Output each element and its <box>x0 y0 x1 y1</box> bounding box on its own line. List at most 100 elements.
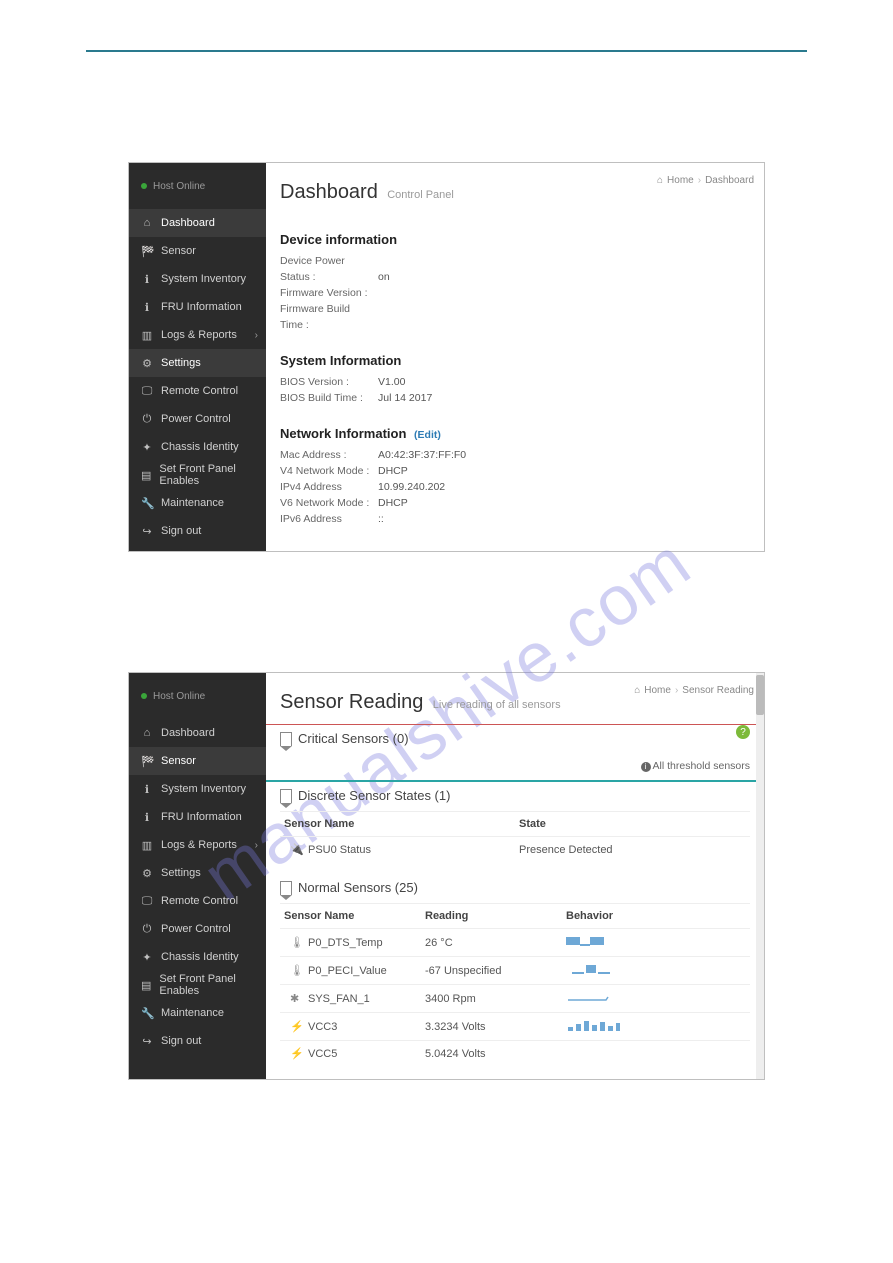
col-state[interactable]: State <box>515 812 750 837</box>
sidebar-item-settings[interactable]: ⚙Settings <box>129 349 266 377</box>
col-sensor-name[interactable]: Sensor Name <box>280 812 515 837</box>
sidebar: Host Online ⌂Dashboard🏁SensorℹSystem Inv… <box>129 163 266 551</box>
info-icon: ℹ <box>141 273 153 286</box>
critical-sensors-heading[interactable]: Critical Sensors (0) <box>280 731 750 746</box>
sidebar-item-fru-information[interactable]: ℹFRU Information <box>129 803 266 831</box>
bookmark-icon <box>280 881 292 895</box>
table-row[interactable]: ⚡VCC55.0424 Volts <box>280 1041 750 1067</box>
breadcrumb: ⌂ Home › Dashboard <box>657 175 754 186</box>
table-row[interactable]: ⚡VCC33.3234 Volts <box>280 1013 750 1041</box>
breadcrumb-home[interactable]: Home <box>644 685 671 696</box>
system-information-heading: System Information <box>280 353 750 368</box>
sidebar-item-label: Remote Control <box>161 895 238 907</box>
sidebar-item-label: Sign out <box>161 525 201 537</box>
breadcrumb: ⌂ Home › Sensor Reading <box>634 685 754 696</box>
sensor-behavior-cell <box>562 957 750 985</box>
sidebar-item-set-front-panel[interactable]: ▤Set Front Panel Enables <box>129 461 266 489</box>
page-subtitle: Control Panel <box>387 189 454 201</box>
sidebar-item-logs-reports[interactable]: ▥Logs & Reports› <box>129 321 266 349</box>
screenshot-dashboard: Host Online ⌂Dashboard🏁SensorℹSystem Inv… <box>128 162 765 552</box>
sidebar-item-maintenance[interactable]: 🔧Maintenance <box>129 999 266 1027</box>
gear-icon: ⚙ <box>141 867 153 880</box>
monitor-icon: 🖵 <box>141 895 153 908</box>
normal-sensors-label: Normal Sensors (25) <box>298 880 418 895</box>
system-info-value: Jul 14 2017 <box>378 392 432 404</box>
wrench-icon: 🔧 <box>141 1007 153 1020</box>
sidebar-item-label: Dashboard <box>161 217 215 229</box>
sensor-name-cell: ✱SYS_FAN_1 <box>280 985 421 1013</box>
gauge-icon: 🏁 <box>141 245 153 258</box>
network-edit-link[interactable]: (Edit) <box>414 429 441 441</box>
sensor-name-cell: ⚡VCC3 <box>280 1013 421 1041</box>
info-icon: ℹ <box>141 301 153 314</box>
id-icon: ✦ <box>141 441 153 454</box>
sidebar-item-system-inventory[interactable]: ℹ System Inventory <box>129 265 266 293</box>
sidebar-item-logs-reports[interactable]: ▥Logs & Reports› <box>129 831 266 859</box>
network-information-heading: Network Information (Edit) <box>280 426 750 441</box>
discrete-sensors-label: Discrete Sensor States (1) <box>298 788 450 803</box>
gauge-icon: 🏁 <box>141 755 153 768</box>
sidebar-item-dashboard[interactable]: ⌂ Dashboard <box>129 209 266 237</box>
sidebar-item-sensor[interactable]: 🏁Sensor <box>129 747 266 775</box>
sidebar-item-remote-control[interactable]: 🖵 Remote Control <box>129 887 266 915</box>
sidebar-item-dashboard[interactable]: ⌂Dashboard <box>129 719 266 747</box>
network-info-label: V4 Network Mode : <box>280 463 374 479</box>
discrete-sensors-heading[interactable]: Discrete Sensor States (1) <box>280 788 750 803</box>
sensor-reading-cell: 26 °C <box>421 929 562 957</box>
help-icon[interactable]: ? <box>736 725 750 739</box>
normal-sensors-heading[interactable]: Normal Sensors (25) <box>280 880 750 895</box>
therm-icon: 🌡 <box>290 936 302 949</box>
home-icon[interactable]: ⌂ <box>657 175 663 186</box>
sensor-reading-cell: 5.0424 Volts <box>421 1041 562 1067</box>
table-row[interactable]: 🔌PSU0 StatusPresence Detected <box>280 837 750 863</box>
system-info-row: BIOS Build Time :Jul 14 2017 <box>280 390 750 406</box>
sidebar-item-sign-out[interactable]: ↪Sign out <box>129 517 266 545</box>
sensor-name-cell: 🌡P0_DTS_Temp <box>280 929 421 957</box>
sidebar-item-remote-control[interactable]: 🖵Remote Control <box>129 377 266 405</box>
network-info-row: IPv6 Address:: <box>280 511 750 527</box>
table-row[interactable]: 🌡P0_PECI_Value-67 Unspecified <box>280 957 750 985</box>
discrete-divider <box>266 780 764 782</box>
device-info-row: Device Power Status :on <box>280 253 750 285</box>
network-info-value: DHCP <box>378 465 408 477</box>
sidebar-item-chassis-identity[interactable]: ✦Chassis Identity <box>129 943 266 971</box>
host-status: Host Online <box>129 673 266 719</box>
sidebar-item-power-control[interactable]: ⏻Power Control <box>129 915 266 943</box>
col-reading[interactable]: Reading <box>421 904 562 929</box>
table-row[interactable]: 🌡P0_DTS_Temp26 °C <box>280 929 750 957</box>
sparkline-icon <box>566 1019 620 1031</box>
device-info-label: Firmware Version : <box>280 285 374 301</box>
sidebar-item-chassis-identity[interactable]: ✦Chassis Identity <box>129 433 266 461</box>
system-info-label: BIOS Version : <box>280 374 374 390</box>
sidebar-item-fru-information[interactable]: ℹFRU Information <box>129 293 266 321</box>
sidebar-item-label: Sensor <box>161 245 196 257</box>
header-divider <box>86 50 807 52</box>
sensor-behavior-cell <box>562 1013 750 1041</box>
table-row[interactable]: ✱SYS_FAN_13400 Rpm <box>280 985 750 1013</box>
sidebar-item-settings[interactable]: ⚙Settings <box>129 859 266 887</box>
network-info-row: V6 Network Mode :DHCP <box>280 495 750 511</box>
sidebar-item-label: System Inventory <box>161 273 246 285</box>
sensor-behavior-cell <box>562 929 750 957</box>
scrollbar-thumb[interactable] <box>756 675 764 715</box>
chevron-right-icon: › <box>255 330 258 341</box>
scrollbar[interactable] <box>756 673 764 1079</box>
sidebar-item-label: FRU Information <box>161 811 242 823</box>
sidebar-item-label: Set Front Panel Enables <box>159 463 254 487</box>
signout-icon: ↪ <box>141 1035 153 1048</box>
sidebar-item-sensor[interactable]: 🏁 Sensor <box>129 237 266 265</box>
all-threshold-note[interactable]: iAll threshold sensors <box>280 760 750 772</box>
sidebar-item-maintenance[interactable]: 🔧Maintenance <box>129 489 266 517</box>
col-behavior[interactable]: Behavior <box>562 904 750 929</box>
col-sensor-name[interactable]: Sensor Name <box>280 904 421 929</box>
chevron-right-icon: › <box>255 840 258 851</box>
status-dot-icon <box>141 693 147 699</box>
sidebar-item-sign-out[interactable]: ↪Sign out <box>129 1027 266 1055</box>
breadcrumb-home[interactable]: Home <box>667 175 694 186</box>
sidebar-item-set-front-panel[interactable]: ▤Set Front Panel Enables <box>129 971 266 999</box>
sidebar-item-label: Dashboard <box>161 727 215 739</box>
sidebar-item-power-control[interactable]: ⏻Power Control <box>129 405 266 433</box>
home-icon: ⌂ <box>141 217 153 229</box>
home-icon[interactable]: ⌂ <box>634 685 640 696</box>
sidebar-item-system-inventory[interactable]: ℹSystem Inventory <box>129 775 266 803</box>
